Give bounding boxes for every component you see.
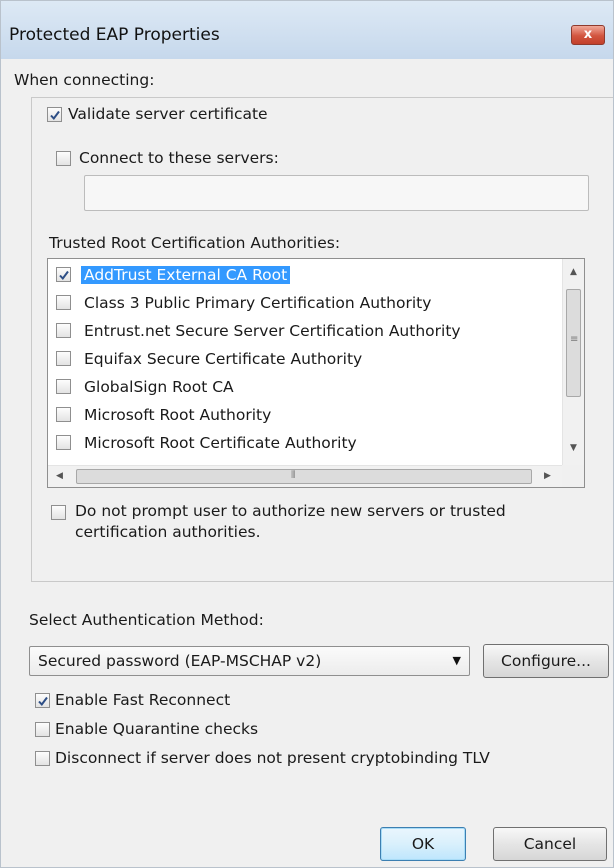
- fast-reconnect-checkbox[interactable]: [35, 693, 50, 708]
- fast-reconnect-label: Enable Fast Reconnect: [55, 691, 231, 709]
- list-item-checkbox[interactable]: [56, 351, 71, 366]
- scroll-right-icon[interactable]: ▶: [544, 471, 551, 481]
- vertical-scrollbar[interactable]: ▲ ≡ ▼: [562, 259, 584, 465]
- vertical-scroll-thumb[interactable]: ≡: [566, 289, 581, 397]
- horizontal-scroll-thumb[interactable]: ⦀: [76, 469, 532, 484]
- list-item[interactable]: Equifax Secure Certificate Authority: [48, 345, 560, 373]
- grip-icon: ⦀: [291, 470, 296, 481]
- validate-certificate-label: Validate server certificate: [68, 105, 268, 123]
- ok-button[interactable]: OK: [380, 827, 466, 861]
- list-item-checkbox[interactable]: [56, 379, 71, 394]
- cancel-button[interactable]: Cancel: [493, 827, 607, 861]
- no-prompt-label-line1: Do not prompt user to authorize new serv…: [75, 502, 506, 520]
- chevron-down-icon: ▼: [452, 654, 461, 667]
- list-item[interactable]: GlobalSign Root CA: [48, 373, 560, 401]
- list-item-checkbox[interactable]: [56, 407, 71, 422]
- trusted-root-label: Trusted Root Certification Authorities:: [49, 234, 341, 252]
- list-item-label: Entrust.net Secure Server Certification …: [84, 322, 461, 340]
- dialog-window: Protected EAP Properties x When connecti…: [0, 0, 614, 868]
- list-item-label: AddTrust External CA Root: [81, 266, 291, 284]
- list-item-label: Microsoft Root Certificate Authority: [84, 434, 357, 452]
- validate-certificate-checkbox[interactable]: [47, 107, 62, 122]
- configure-button[interactable]: Configure...: [483, 644, 609, 678]
- list-item-checkbox[interactable]: [56, 323, 71, 338]
- auth-method-select[interactable]: Secured password (EAP-MSCHAP v2) ▼: [29, 646, 470, 676]
- cryptobinding-label: Disconnect if server does not present cr…: [55, 749, 490, 767]
- list-item[interactable]: Microsoft Root Authority: [48, 401, 560, 429]
- horizontal-scrollbar[interactable]: ◀ ⦀ ▶: [48, 465, 562, 487]
- scroll-left-icon[interactable]: ◀: [56, 471, 63, 481]
- close-button[interactable]: x: [571, 25, 605, 45]
- list-item-label: Microsoft Root Authority: [84, 406, 272, 424]
- cryptobinding-checkbox[interactable]: [35, 751, 50, 766]
- auth-method-value: Secured password (EAP-MSCHAP v2): [38, 652, 322, 670]
- when-connecting-label: When connecting:: [14, 71, 155, 89]
- scroll-up-icon[interactable]: ▲: [570, 267, 577, 277]
- list-item-label: Class 3 Public Primary Certification Aut…: [84, 294, 432, 312]
- scroll-down-icon[interactable]: ▼: [570, 443, 577, 453]
- list-item[interactable]: Class 3 Public Primary Certification Aut…: [48, 289, 560, 317]
- list-item[interactable]: Entrust.net Secure Server Certification …: [48, 317, 560, 345]
- checkmark-icon: [50, 110, 60, 121]
- connect-servers-checkbox[interactable]: [56, 151, 71, 166]
- checkmark-icon: [38, 696, 48, 707]
- list-item-checkbox[interactable]: [56, 267, 71, 282]
- checkmark-icon: [59, 270, 69, 281]
- list-item-label: Equifax Secure Certificate Authority: [84, 350, 363, 368]
- connect-servers-label: Connect to these servers:: [79, 149, 279, 167]
- no-prompt-checkbox[interactable]: [51, 505, 66, 520]
- quarantine-checkbox[interactable]: [35, 722, 50, 737]
- list-item-checkbox[interactable]: [56, 435, 71, 450]
- scrollbar-corner: [562, 465, 584, 487]
- servers-input[interactable]: [84, 175, 589, 211]
- list-item[interactable]: Microsoft Root Certificate Authority: [48, 429, 560, 457]
- quarantine-label: Enable Quarantine checks: [55, 720, 259, 738]
- no-prompt-label-line2: certification authorities.: [75, 523, 261, 541]
- grip-icon: ≡: [570, 334, 579, 345]
- list-item[interactable]: AddTrust External CA Root: [48, 261, 560, 289]
- title-bar: Protected EAP Properties x: [1, 1, 613, 59]
- list-item-label: GlobalSign Root CA: [84, 378, 234, 396]
- list-item-checkbox[interactable]: [56, 295, 71, 310]
- trusted-ca-list[interactable]: AddTrust External CA Root Class 3 Public…: [47, 258, 585, 488]
- window-title: Protected EAP Properties: [9, 25, 220, 45]
- close-icon: x: [583, 27, 593, 42]
- auth-method-label: Select Authentication Method:: [29, 611, 264, 629]
